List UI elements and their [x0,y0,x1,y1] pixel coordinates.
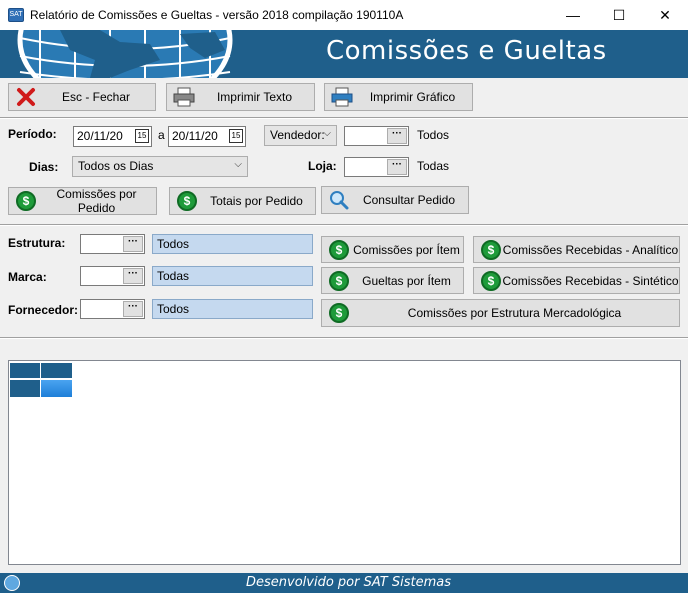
loja-code-field[interactable]: ··· [344,157,409,177]
print-text-button[interactable]: Imprimir Texto [166,83,315,111]
commissions-by-order-label: Comissões por Pedido [56,187,137,215]
estrutura-label: Estrutura: [8,236,66,250]
close-button[interactable]: Esc - Fechar [8,83,156,111]
lookup-button[interactable]: ··· [387,128,407,144]
grid-header-cell[interactable] [41,363,72,379]
marca-label: Marca: [8,270,47,284]
dias-label: Dias: [29,160,59,174]
separator [0,117,688,119]
dollar-icon: $ [328,239,350,261]
printer-icon [173,86,195,108]
lookup-button[interactable]: ··· [123,268,143,284]
printer-color-icon [331,86,353,108]
maximize-button[interactable]: ☐ [596,0,642,30]
dollar-icon: $ [480,270,502,292]
dollar-icon: $ [176,190,198,212]
lookup-button[interactable]: ··· [123,301,143,317]
print-chart-button[interactable]: Imprimir Gráfico [324,83,473,111]
window-titlebar: SAT Relatório de Comissões e Gueltas - v… [0,0,688,30]
window-title: Relatório de Comissões e Gueltas - versã… [30,8,404,22]
lookup-button[interactable]: ··· [387,159,407,175]
close-button-label: Esc - Fechar [61,90,130,104]
print-text-label: Imprimir Texto [216,90,293,104]
globe-graphic [0,30,240,78]
minimize-button[interactable]: — [550,0,596,30]
chevron-down-icon: ⌵ [323,128,331,139]
commissions-by-structure-button[interactable]: $ Comissões por Estrutura Mercadológica [321,299,680,327]
dollar-icon: $ [15,190,37,212]
gueltas-by-item-label: Gueltas por Ítem [362,273,451,288]
calendar-icon[interactable]: 15 [229,129,243,143]
estrutura-code-field[interactable]: ··· [80,234,145,254]
dollar-icon: $ [328,302,350,324]
estrutura-description: Todos [152,234,313,254]
received-analytic-button[interactable]: $ Comissões Recebidas - Analítico [473,236,680,263]
commissions-by-item-button[interactable]: $ Comissões por Ítem [321,236,464,263]
vendedor-all-text: Todos [417,128,450,142]
commissions-by-structure-label: Comissões por Estrutura Mercadológica [407,306,622,320]
date-from-field[interactable]: 20/11/20 15 [73,126,152,147]
dollar-icon: $ [480,239,502,261]
date-from-value: 20/11/20 [77,129,123,143]
date-separator: a [158,128,165,142]
received-analytic-label: Comissões Recebidas - Analítico [502,242,679,257]
grid-selected-cell[interactable] [41,380,72,397]
commissions-by-item-label: Comissões por Ítem [353,242,460,257]
chevron-down-icon: ⌵ [234,159,242,170]
fornecedor-code-field[interactable]: ··· [80,299,145,319]
lookup-button[interactable]: ··· [123,236,143,252]
totals-by-order-button[interactable]: $ Totais por Pedido [169,187,316,215]
print-chart-label: Imprimir Gráfico [369,90,456,104]
marca-description: Todas [152,266,313,286]
gueltas-by-item-button[interactable]: $ Gueltas por Ítem [321,267,464,294]
commissions-by-order-button[interactable]: $ Comissões por Pedido [8,187,157,215]
calendar-icon[interactable]: 15 [135,129,149,143]
fornecedor-description: Todos [152,299,313,319]
received-synthetic-label: Comissões Recebidas - Sintético [502,273,679,288]
vendedor-select-value: Vendedor: [270,128,325,142]
footer-bar: Desenvolvido por SAT Sistemas [0,573,688,593]
dias-select[interactable]: Todos os Dias ⌵ [72,156,248,177]
vendedor-code-field[interactable]: ··· [344,126,409,146]
close-window-button[interactable]: ✕ [642,0,688,30]
dollar-icon: $ [328,270,350,292]
banner-title: Comissões e Gueltas [326,36,607,66]
grid-header-cell[interactable] [10,363,41,379]
totals-by-order-label: Totais por Pedido [210,194,303,208]
fornecedor-label: Fornecedor: [8,303,79,317]
vendedor-select[interactable]: Vendedor: ⌵ [264,125,337,146]
date-to-field[interactable]: 20/11/20 15 [168,126,246,147]
globe-icon [4,575,20,591]
header-banner: Comissões e Gueltas [0,30,688,78]
received-synthetic-button[interactable]: $ Comissões Recebidas - Sintético [473,267,680,294]
periodo-label: Período: [8,127,57,141]
consult-order-button[interactable]: Consultar Pedido [321,186,469,214]
loja-label: Loja: [308,159,337,173]
date-to-value: 20/11/20 [172,129,218,143]
consult-order-label: Consultar Pedido [362,193,456,207]
grid-row-indicator[interactable] [10,380,41,397]
loja-all-text: Todas [417,159,450,173]
footer-text: Desenvolvido por SAT Sistemas [246,575,452,590]
separator [0,224,688,226]
close-x-icon [15,86,37,108]
app-icon: SAT [8,8,24,22]
separator [0,337,688,339]
magnifier-icon [328,189,350,211]
marca-code-field[interactable]: ··· [80,266,145,286]
dias-select-value: Todos os Dias [78,159,154,173]
results-grid[interactable] [8,360,681,565]
